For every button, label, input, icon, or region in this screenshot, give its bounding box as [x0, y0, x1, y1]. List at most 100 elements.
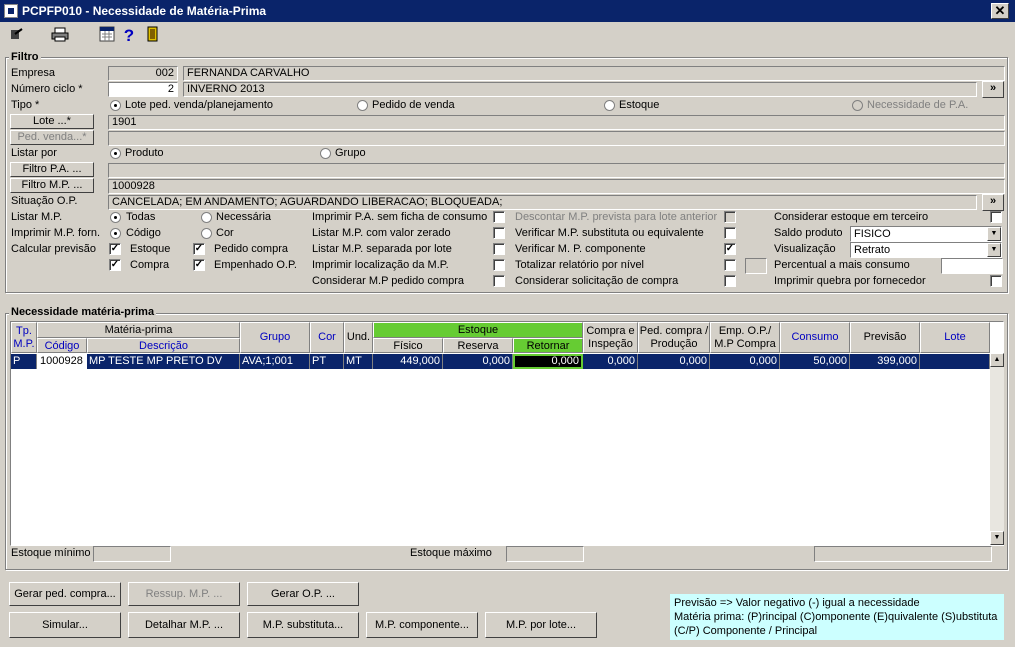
header-consumo[interactable]: Consumo: [780, 322, 850, 353]
tipo-radio-pedido[interactable]: [357, 100, 368, 111]
imprimir-pa-sem-ficha-checkbox[interactable]: [493, 211, 505, 223]
saldo-produto-select[interactable]: FISICO ▼: [850, 226, 1002, 242]
scroll-up-button[interactable]: ▲: [990, 353, 1004, 367]
descontar-mp-label: Descontar M.P. prevista para lote anteri…: [515, 211, 718, 223]
header-grupo[interactable]: Grupo: [240, 322, 310, 353]
calc-pedido-compra-checkbox[interactable]: ✓: [193, 243, 205, 255]
legend-note: Previsão => Valor negativo (-) igual a n…: [670, 594, 1004, 640]
printer-icon[interactable]: [50, 26, 70, 46]
header-codigo[interactable]: Código: [37, 338, 87, 353]
visualizacao-select[interactable]: Retrato ▼: [850, 242, 1002, 258]
quebra-fornecedor-checkbox[interactable]: [990, 275, 1002, 287]
cell-codigo[interactable]: 1000928: [37, 354, 87, 369]
chevron-down-icon[interactable]: ▼: [987, 227, 1001, 241]
cell-cor: PT: [310, 354, 344, 369]
cell-fisico: 449,000: [373, 354, 443, 369]
verificar-componente-checkbox[interactable]: ✓: [724, 243, 736, 255]
window-title: PCPFP010 - Necessidade de Matéria-Prima: [22, 4, 267, 18]
header-reserva[interactable]: Reserva: [443, 338, 513, 353]
tipo-option-estoque: Estoque: [619, 99, 660, 111]
calc-estoque-checkbox[interactable]: ✓: [109, 243, 121, 255]
considerar-solicitacao-checkbox[interactable]: [724, 275, 736, 287]
empresa-code-field[interactable]: 002: [108, 66, 178, 81]
calculator-icon[interactable]: [97, 26, 117, 46]
verificar-componente-label: Verificar M. P. componente: [515, 243, 646, 255]
gerar-op-button[interactable]: Gerar O.P. ...: [247, 582, 359, 606]
gerar-ped-compra-button[interactable]: Gerar ped. compra...: [9, 582, 121, 606]
calc-compra-checkbox[interactable]: ✓: [109, 259, 121, 271]
listar-mp-option-necessaria: Necessária: [216, 211, 272, 223]
help-icon[interactable]: ?: [119, 26, 139, 46]
header-descricao[interactable]: Descrição: [87, 338, 240, 353]
calcular-label: Calcular previsão: [11, 243, 96, 255]
descontar-mp-checkbox: [724, 211, 736, 223]
mp-componente-button[interactable]: M.P. componente...: [366, 612, 478, 638]
quebra-fornecedor-label: Imprimir quebra por fornecedor: [774, 275, 926, 287]
ressup-mp-button: Ressup. M.P. ...: [128, 582, 240, 606]
vertical-scrollbar[interactable]: [990, 353, 1004, 545]
header-retornar[interactable]: Retornar: [513, 338, 583, 353]
listar-mp-zerado-checkbox[interactable]: [493, 227, 505, 239]
chevron-down-icon[interactable]: ▼: [987, 243, 1001, 257]
header-materia-prima: Matéria-prima: [37, 322, 240, 338]
header-lote[interactable]: Lote: [920, 322, 990, 353]
header-cor[interactable]: Cor: [310, 322, 344, 353]
lote-button[interactable]: Lote ...*: [10, 114, 94, 129]
tipo-radio-lote[interactable]: [110, 100, 121, 111]
header-emp-op[interactable]: Emp. O.P./ M.P Compra: [710, 322, 780, 353]
percentual-field[interactable]: [941, 258, 1003, 274]
filtro-pa-button[interactable]: Filtro P.A. ...: [10, 162, 94, 177]
door-icon[interactable]: [143, 26, 163, 46]
header-fisico[interactable]: Físico: [373, 338, 443, 353]
header-und[interactable]: Und.: [344, 322, 373, 353]
filtro-mp-button[interactable]: Filtro M.P. ...: [10, 178, 94, 193]
calc-empenhado-label: Empenhado O.P.: [214, 259, 297, 271]
considerar-mp-pedido-checkbox[interactable]: [493, 275, 505, 287]
filter-title: Filtro: [9, 51, 41, 63]
header-compra-inspecao[interactable]: Compra e Inspeção: [583, 322, 638, 353]
ciclo-lookup-button[interactable]: »: [982, 81, 1004, 98]
header-tp-mp[interactable]: Tp. M.P.: [11, 322, 37, 353]
header-ped-compra[interactable]: Ped. compra / Produção: [638, 322, 710, 353]
cell-consumo: 50,000: [780, 354, 850, 369]
legend-line-2: Matéria prima: (P)rincipal (C)omponente …: [674, 611, 998, 623]
tipo-radio-estoque[interactable]: [604, 100, 615, 111]
ciclo-field[interactable]: 2: [108, 82, 178, 97]
header-estoque: Estoque: [373, 322, 583, 338]
verificar-substituta-label: Verificar M.P. substituta ou equivalente: [515, 227, 704, 239]
scroll-down-button[interactable]: ▼: [990, 531, 1004, 545]
cell-descricao: MP TESTE MP PRETO DV: [87, 354, 240, 369]
situacao-label: Situação O.P.: [11, 195, 78, 207]
empresa-name-field: FERNANDA CARVALHO: [183, 66, 1005, 81]
listar-mp-separada-checkbox[interactable]: [493, 243, 505, 255]
simular-button[interactable]: Simular...: [9, 612, 121, 638]
detalhar-mp-button[interactable]: Detalhar M.P. ...: [128, 612, 240, 638]
imprimir-forn-radio-codigo[interactable]: [110, 228, 121, 239]
listar-por-radio-produto[interactable]: [110, 148, 121, 159]
listar-mp-separada-label: Listar M.P. separada por lote: [312, 243, 452, 255]
cell-tp: P: [11, 354, 37, 369]
listar-mp-radio-todas[interactable]: [110, 212, 121, 223]
considerar-terceiro-checkbox[interactable]: [990, 211, 1002, 223]
listar-mp-radio-necessaria[interactable]: [201, 212, 212, 223]
table-row[interactable]: P 1000928 MP TESTE MP PRETO DV AVA;1;001…: [11, 354, 990, 369]
imprimir-forn-radio-cor[interactable]: [201, 228, 212, 239]
close-button[interactable]: ✕: [991, 3, 1009, 19]
totalizar-nivel-checkbox[interactable]: [724, 259, 736, 271]
mp-substituta-button[interactable]: M.P. substituta...: [247, 612, 359, 638]
visualizacao-label: Visualização: [774, 243, 836, 255]
exit-icon[interactable]: [6, 26, 26, 46]
cell-retornar[interactable]: 0,000: [513, 354, 583, 369]
mp-por-lote-button[interactable]: M.P. por lote...: [485, 612, 597, 638]
listar-por-radio-grupo[interactable]: [320, 148, 331, 159]
totalizar-nivel-label: Totalizar relatório por nível: [515, 259, 645, 271]
header-previsao[interactable]: Previsão: [850, 322, 920, 353]
situacao-lookup-button[interactable]: »: [982, 194, 1004, 211]
listar-mp-label: Listar M.P.: [11, 211, 63, 223]
calc-empenhado-checkbox[interactable]: ✓: [193, 259, 205, 271]
situacao-field: CANCELADA; EM ANDAMENTO; AGUARDANDO LIBE…: [108, 195, 977, 210]
imprimir-localizacao-checkbox[interactable]: [493, 259, 505, 271]
empresa-label: Empresa: [11, 67, 56, 79]
verificar-substituta-checkbox[interactable]: [724, 227, 736, 239]
calc-estoque-label: Estoque: [130, 243, 171, 255]
